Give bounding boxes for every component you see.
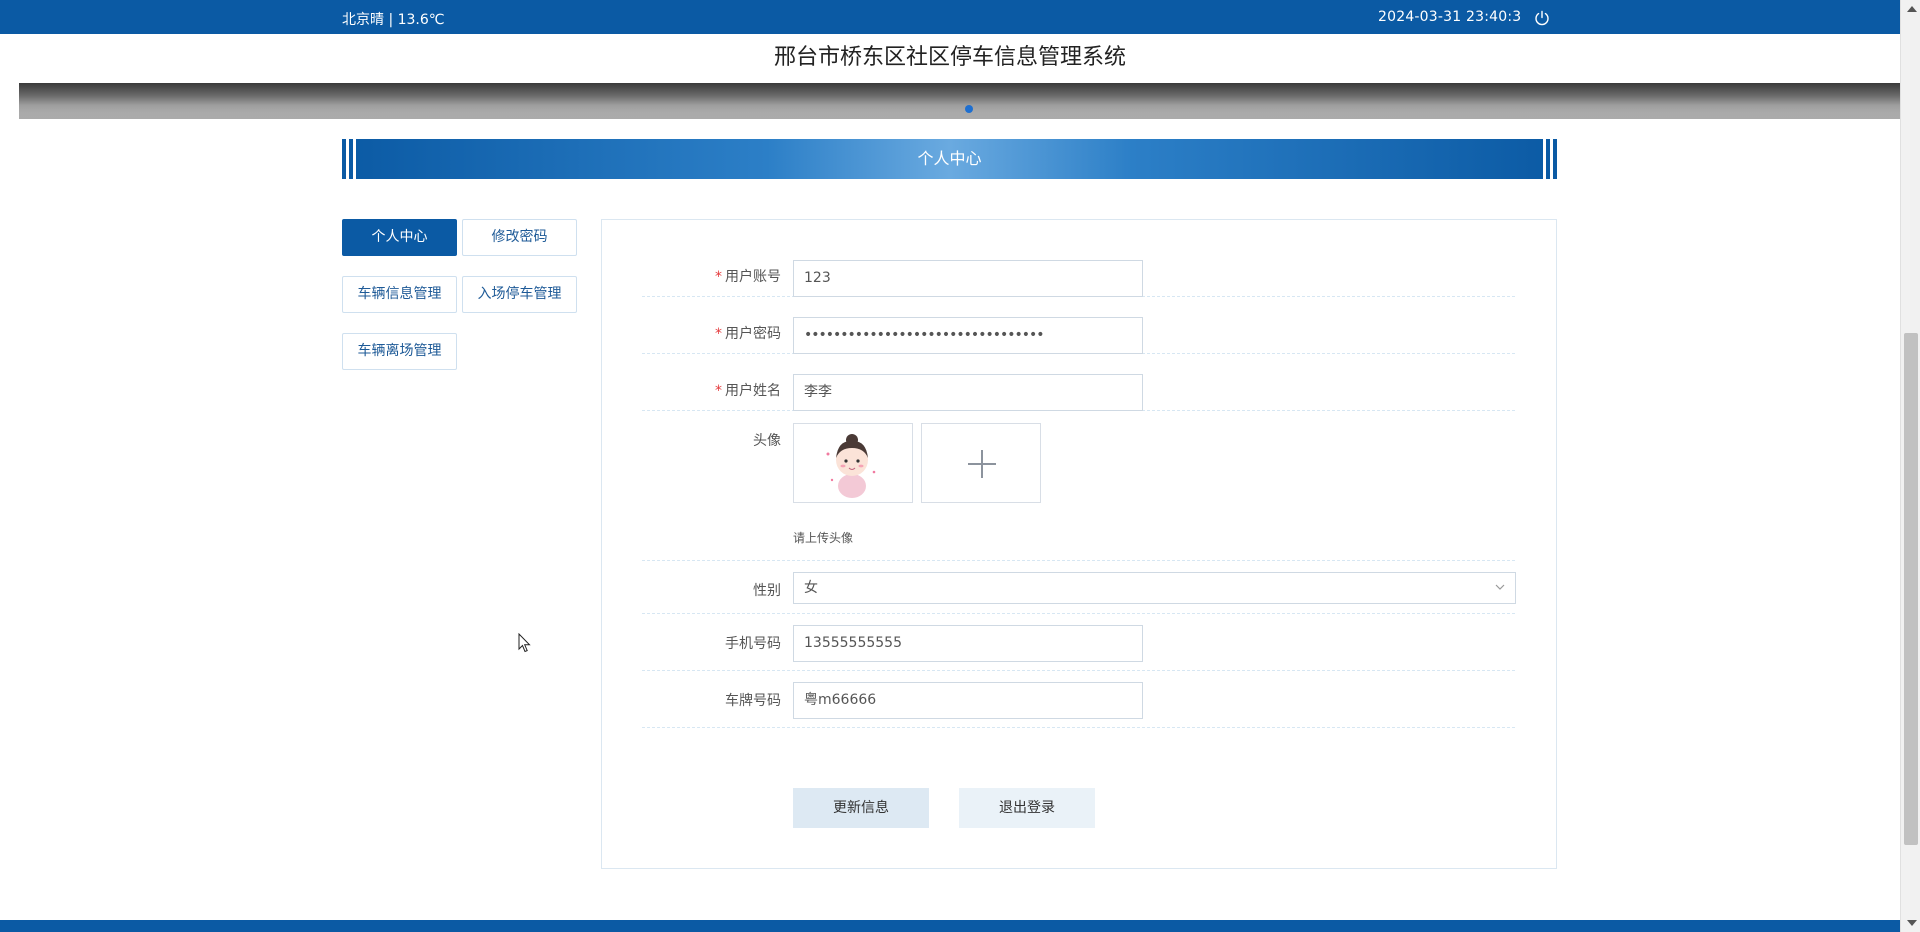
password-input[interactable]: •••••••••••••••••••••••••••••••••: [793, 317, 1143, 354]
plate-label: 车牌号码: [725, 693, 781, 709]
gender-selected-value: 女: [804, 580, 818, 596]
menu-change-password[interactable]: 修改密码: [462, 219, 577, 256]
plate-input[interactable]: 粤m66666: [793, 682, 1143, 719]
form-row-avatar: 头像 请上传头像: [642, 411, 1515, 561]
section-title: 个人中心: [917, 149, 982, 168]
top-bar: 北京晴 | 13.6℃ 2024-03-31 23:40:3: [0, 0, 1900, 34]
site-title: 邢台市桥东区社区停车信息管理系统: [773, 45, 1126, 70]
scrollbar-thumb[interactable]: [1904, 333, 1918, 845]
footer-bar: [0, 920, 1900, 932]
name-label: * 用户姓名: [715, 380, 781, 400]
password-label: * 用户密码: [715, 323, 781, 343]
account-label-text: 用户账号: [725, 269, 781, 285]
account-label: * 用户账号: [715, 266, 781, 286]
form-row-phone: 手机号码 13555555555: [642, 614, 1515, 671]
phone-label: 手机号码: [725, 636, 781, 652]
password-label-text: 用户密码: [725, 326, 781, 342]
form-row-name: * 用户姓名 李李: [642, 354, 1515, 411]
chevron-down-icon: [1495, 584, 1505, 590]
required-mark: *: [715, 383, 722, 399]
form-row-plate: 车牌号码 粤m66666: [642, 671, 1515, 728]
banner-carousel: [19, 83, 1900, 119]
gender-select[interactable]: 女: [793, 572, 1516, 604]
required-mark: *: [715, 269, 722, 285]
account-input[interactable]: 123: [793, 260, 1143, 297]
avatar-girl-icon: [826, 434, 876, 498]
avatar-image[interactable]: [793, 423, 913, 503]
name-input[interactable]: 李李: [793, 374, 1143, 411]
power-icon[interactable]: [1534, 10, 1550, 26]
phone-input[interactable]: 13555555555: [793, 625, 1143, 662]
menu-personal-center[interactable]: 个人中心: [342, 219, 457, 256]
mouse-cursor-icon: [518, 633, 531, 653]
datetime: 2024-03-31 23:40:3: [1378, 9, 1522, 25]
weather-info: 北京晴 | 13.6℃: [342, 12, 445, 28]
gender-label: 性别: [753, 583, 781, 599]
banner-shadow: [19, 105, 1900, 119]
avatar-upload-hint: 请上传头像: [793, 531, 854, 545]
menu-vehicle-exit[interactable]: 车辆离场管理: [342, 333, 457, 370]
logout-button[interactable]: 退出登录: [959, 788, 1095, 828]
form-row-gender: 性别 女: [642, 561, 1516, 614]
scroll-down-arrow-icon[interactable]: [1907, 920, 1917, 926]
name-label-text: 用户姓名: [725, 383, 781, 399]
scroll-up-arrow-icon[interactable]: [1907, 6, 1917, 12]
profile-form-panel: * 用户账号 123 * 用户密码 ••••••••••••••••••••••••…: [601, 219, 1557, 869]
required-mark: *: [715, 326, 722, 342]
update-info-button[interactable]: 更新信息: [793, 788, 929, 828]
form-row-password: * 用户密码 •••••••••••••••••••••••••••••••••: [642, 297, 1515, 354]
form-row-account: * 用户账号 123: [642, 240, 1515, 297]
menu-vehicle-info[interactable]: 车辆信息管理: [342, 276, 457, 313]
page-scrollbar[interactable]: [1900, 0, 1920, 932]
page: 北京晴 | 13.6℃ 2024-03-31 23:40:3 邢台市桥东区社区停…: [0, 0, 1920, 932]
avatar-upload-button[interactable]: [921, 423, 1041, 503]
menu-parking-entry[interactable]: 入场停车管理: [462, 276, 577, 313]
plus-icon-vertical: [981, 450, 983, 478]
carousel-indicator[interactable]: [965, 105, 973, 113]
section-header: 个人中心: [342, 139, 1557, 179]
avatar-label: 头像: [753, 433, 781, 449]
